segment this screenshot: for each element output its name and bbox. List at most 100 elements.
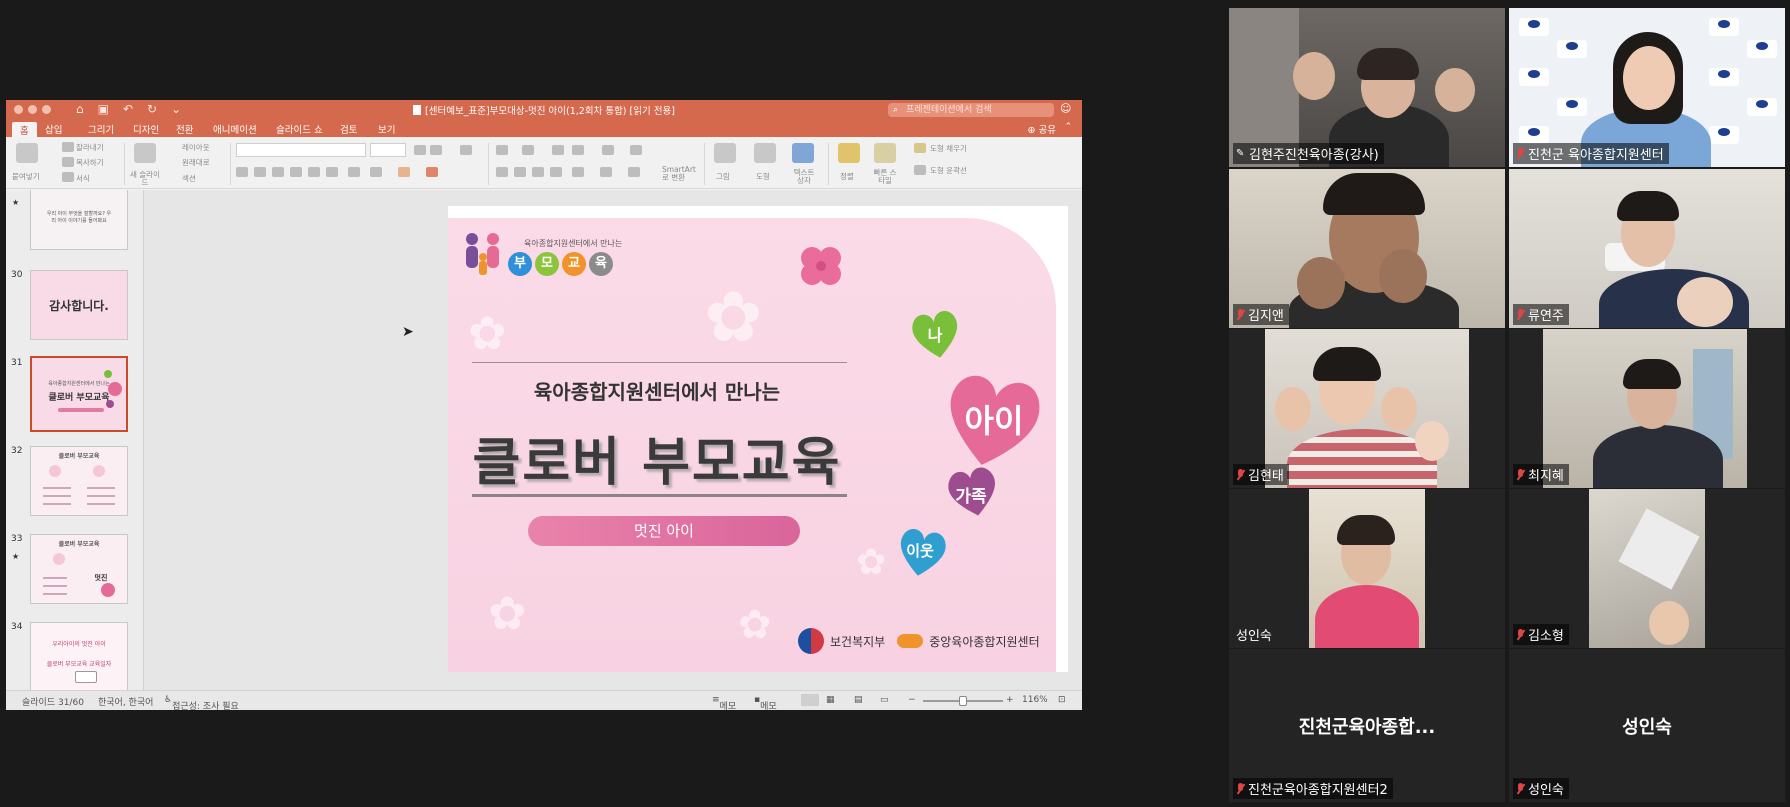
change-case-icon[interactable] <box>370 167 382 177</box>
slide-editor[interactable]: ✿ ✿ ✿ ✿ ✿ 육아종합지원센터에서 만나는 부 모 교 육 육아종합지원센… <box>144 190 1082 690</box>
shape-button[interactable]: 도형 <box>756 171 770 182</box>
reading-view-icon[interactable]: ▤ <box>854 695 863 705</box>
highlight-icon[interactable] <box>398 167 410 177</box>
justify-icon[interactable] <box>550 167 562 177</box>
video-tile[interactable]: 김소형 <box>1509 489 1785 648</box>
video-tile[interactable]: 류연주 <box>1509 169 1785 328</box>
slide-thumbnail-selected[interactable]: 육아종합지원센터에서 만나는 클로버 부모교육 <box>30 356 128 432</box>
video-tile-off[interactable]: 진천군육아종합... 진천군육아종합지원센터2 <box>1229 649 1505 802</box>
video-tile[interactable]: 진천군 육아종합지원센터 <box>1509 8 1785 167</box>
accessibility-status[interactable]: ♿ 접근성: 조사 필요 <box>164 695 239 710</box>
underline-icon[interactable] <box>272 167 284 177</box>
smartart-button[interactable]: SmartArt로 변환 <box>662 166 696 182</box>
char-spacing-icon[interactable] <box>348 167 360 177</box>
layout-button[interactable]: 레이아웃 <box>182 142 210 153</box>
thumbnail-row[interactable]: 33 ★ 클로버 부모교육 멋진 <box>6 534 143 614</box>
slide-thumbnail[interactable]: 우리 아이 무엇을 잘할까요? 우리 아이 이야기를 들어봐요 <box>30 190 128 250</box>
current-slide[interactable]: ✿ ✿ ✿ ✿ ✿ 육아종합지원센터에서 만나는 부 모 교 육 육아종합지원센… <box>448 206 1068 672</box>
shape-outline-icon[interactable] <box>914 165 926 175</box>
comments-button[interactable]: ▪ 메모 <box>754 695 777 710</box>
video-tile[interactable]: 김지앤 <box>1229 169 1505 328</box>
quick-styles-icon[interactable] <box>874 143 896 163</box>
copy-button[interactable]: 복사하기 <box>76 157 104 168</box>
increase-font-icon[interactable] <box>414 145 426 155</box>
collapse-ribbon-icon[interactable]: ⌃ <box>1064 122 1072 132</box>
new-slide-button[interactable]: 새 슬라이드 <box>130 171 160 187</box>
format-painter-button[interactable]: 서식 <box>76 173 90 184</box>
smartart-icon[interactable] <box>628 167 640 177</box>
video-tile-off[interactable]: 성인숙 성인숙 <box>1509 649 1785 802</box>
bold-icon[interactable] <box>236 167 248 177</box>
fit-slide-icon[interactable]: ⊡ <box>1058 695 1066 705</box>
font-color-icon[interactable] <box>426 167 438 177</box>
sorter-view-icon[interactable]: ▦ <box>826 695 835 705</box>
tab-design[interactable]: 디자인 <box>133 122 159 136</box>
slide-thumbnail[interactable]: 우리아이의 멋진 아이 클로버 부모교육 교육일자 <box>30 622 128 690</box>
textbox-button[interactable]: 텍스트 상자 <box>792 169 816 185</box>
slide-thumbnail[interactable]: 감사합니다. <box>30 270 128 340</box>
shape-fill-button[interactable]: 도형 채우기 <box>930 143 967 154</box>
slide-thumbnail[interactable]: 클로버 부모교육 <box>30 446 128 516</box>
textbox-icon[interactable] <box>792 143 814 163</box>
share-button[interactable]: ⊕ 공유 <box>1028 122 1056 136</box>
language[interactable]: 한국어, 한국어 <box>98 695 153 708</box>
thumbnail-row[interactable]: 30 감사합니다. <box>6 270 143 350</box>
italic-icon[interactable] <box>254 167 266 177</box>
tab-draw[interactable]: 그리기 <box>88 122 114 136</box>
reset-button[interactable]: 원래대로 <box>182 157 210 168</box>
cut-icon[interactable] <box>62 142 74 152</box>
arrange-button[interactable]: 정렬 <box>840 171 854 182</box>
feedback-icon[interactable]: ☺ <box>1060 102 1074 116</box>
zoom-out-icon[interactable]: − <box>908 695 916 705</box>
superscript-icon[interactable] <box>308 167 320 177</box>
quick-styles-button[interactable]: 빠른 스타일 <box>872 169 898 185</box>
thumbnail-row[interactable]: 34 우리아이의 멋진 아이 클로버 부모교육 교육일자 <box>6 622 143 690</box>
zoom-slider-handle[interactable] <box>959 696 967 706</box>
subscript-icon[interactable] <box>326 167 338 177</box>
indent-icon[interactable] <box>572 145 584 155</box>
thumbnail-row[interactable]: 29 ★ 우리 아이 무엇을 잘할까요? 우리 아이 이야기를 들어봐요 <box>6 190 143 260</box>
copy-icon[interactable] <box>62 157 74 167</box>
align-right-icon[interactable] <box>532 167 544 177</box>
slide-subtitle[interactable]: 육아종합지원센터에서 만나는 <box>472 376 842 405</box>
picture-button[interactable]: 그림 <box>716 171 730 182</box>
cut-button[interactable]: 잘라내기 <box>76 142 104 153</box>
tab-review[interactable]: 검토 <box>340 122 357 136</box>
arrange-icon[interactable] <box>838 143 860 163</box>
slide-thumbnail-panel[interactable]: 29 ★ 우리 아이 무엇을 잘할까요? 우리 아이 이야기를 들어봐요 30 … <box>6 190 144 690</box>
line-spacing-icon[interactable] <box>602 145 614 155</box>
columns-icon[interactable] <box>630 145 642 155</box>
slide-thumbnail[interactable]: 클로버 부모교육 멋진 <box>30 534 128 604</box>
format-painter-icon[interactable] <box>62 172 74 182</box>
thumbnail-row[interactable]: 31 육아종합지원센터에서 만나는 클로버 부모교육 <box>6 356 143 438</box>
video-tile[interactable]: 최지혜 <box>1509 329 1785 488</box>
bullets-icon[interactable] <box>496 145 508 155</box>
shape-outline-button[interactable]: 도형 윤곽선 <box>930 165 967 176</box>
normal-view-icon[interactable] <box>801 694 819 706</box>
decrease-font-icon[interactable] <box>430 145 442 155</box>
section-button[interactable]: 섹션 <box>182 173 196 184</box>
paste-label[interactable]: 붙여넣기 <box>12 171 40 182</box>
video-tile[interactable]: 성인숙 <box>1229 489 1505 648</box>
picture-icon[interactable] <box>714 143 736 163</box>
font-family-select[interactable] <box>236 143 366 157</box>
tab-insert[interactable]: 삽입 <box>45 122 62 136</box>
clear-format-icon[interactable] <box>460 145 472 155</box>
strikethrough-icon[interactable] <box>290 167 302 177</box>
zoom-in-icon[interactable]: + <box>1006 695 1014 705</box>
search-input[interactable]: ⌕ 프레젠테이션에서 검색 <box>888 103 1054 117</box>
align-center-icon[interactable] <box>514 167 526 177</box>
notes-button[interactable]: ≡ 메모 <box>712 695 736 710</box>
video-tile[interactable]: 김현태 <box>1229 329 1505 488</box>
tab-transitions[interactable]: 전환 <box>176 122 193 136</box>
slideshow-view-icon[interactable]: ▭ <box>880 695 889 705</box>
thumbnail-row[interactable]: 32 클로버 부모교육 <box>6 446 143 526</box>
slide-title[interactable]: 클로버 부모교육 <box>472 420 842 495</box>
video-tile-host[interactable]: ✎ 김현주진천육아종(강사) <box>1229 8 1505 167</box>
slide-pill-label[interactable]: 멋진 아이 <box>528 516 800 546</box>
shape-fill-icon[interactable] <box>914 143 926 153</box>
outdent-icon[interactable] <box>552 145 564 155</box>
paste-icon[interactable] <box>16 143 38 163</box>
zoom-level[interactable]: 116% <box>1022 695 1048 705</box>
align-left-icon[interactable] <box>496 167 508 177</box>
